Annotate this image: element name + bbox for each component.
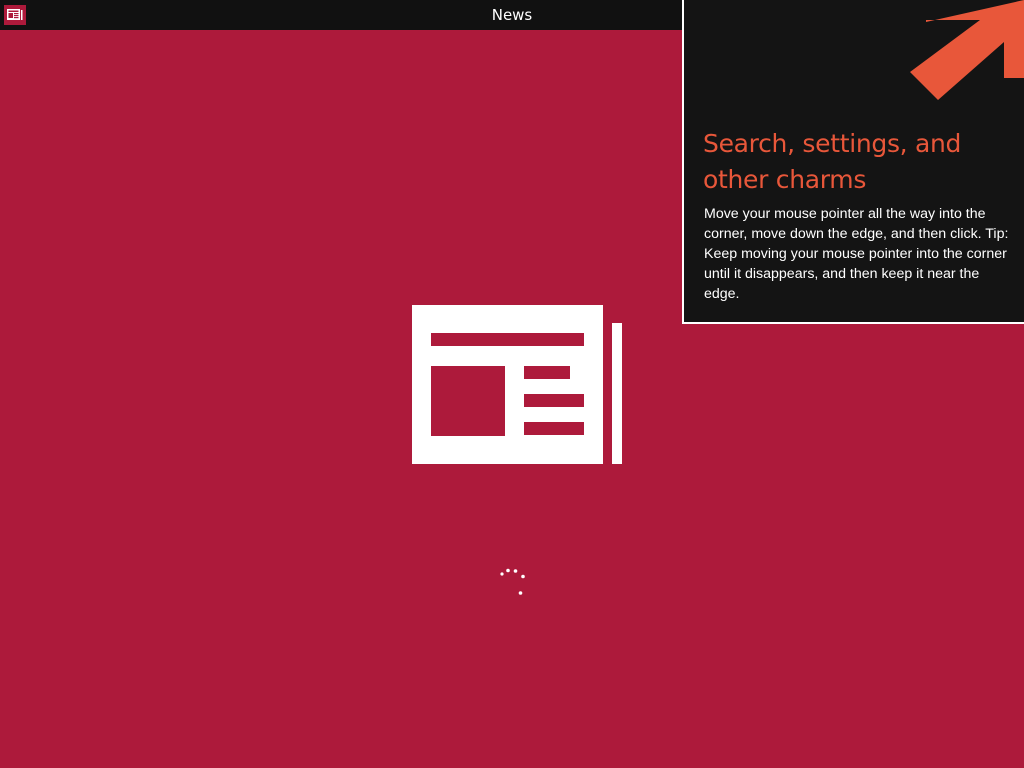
arrow-up-right-icon bbox=[910, 0, 1024, 100]
tip-body-text: Move your mouse pointer all the way into… bbox=[704, 206, 1009, 302]
charms-tip-panel: Search, settings, and other charms Move … bbox=[682, 0, 1024, 324]
tip-heading: Search, settings, and other charms bbox=[703, 129, 962, 194]
news-app-splash-screen: News Search, settings, and other charms … bbox=[0, 0, 1024, 768]
newspaper-icon bbox=[412, 305, 622, 464]
loading-spinner-icon bbox=[496, 566, 530, 600]
